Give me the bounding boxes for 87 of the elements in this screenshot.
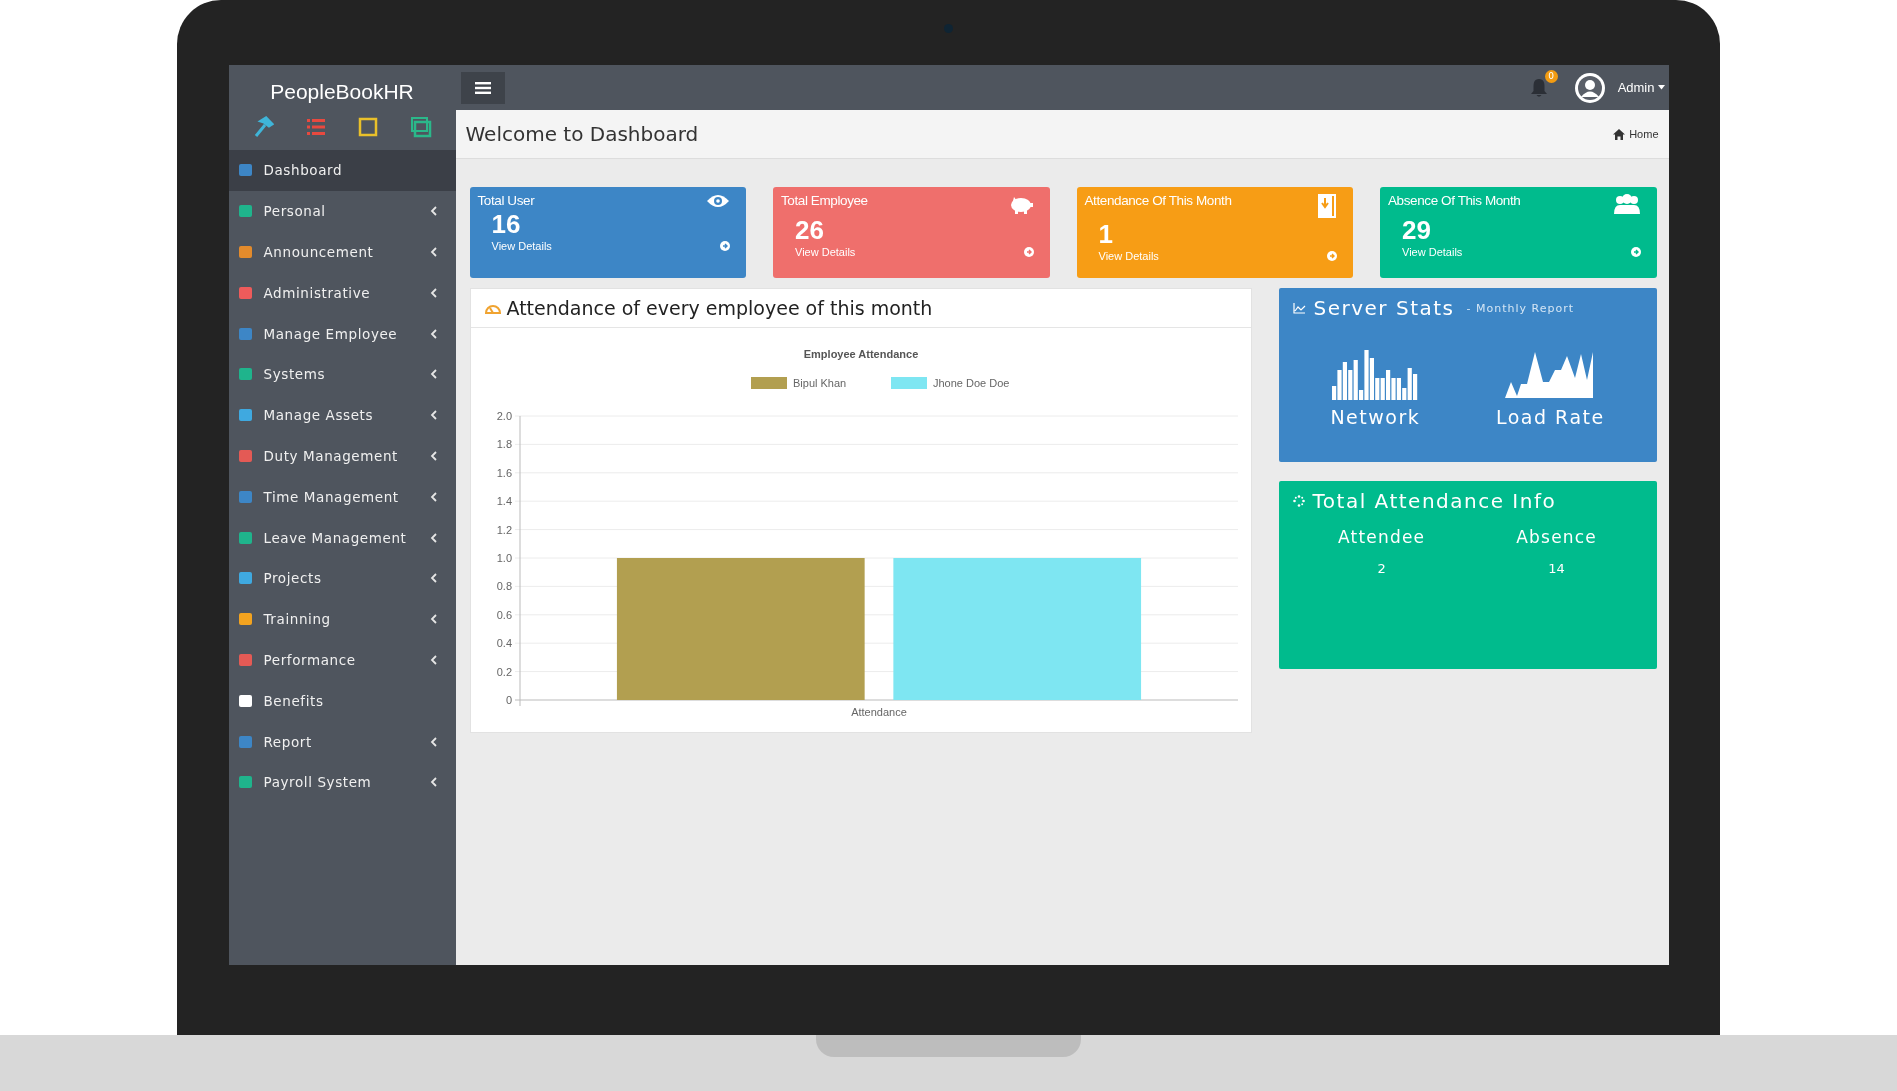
y-tick-label: 1.2 [496, 523, 512, 536]
sidebar-item[interactable]: Payroll System [228, 761, 456, 803]
sidebar-item[interactable]: Manage Assets [228, 394, 456, 436]
chevron-left-icon [429, 247, 438, 257]
chevron-left-icon [429, 532, 438, 543]
column-value: 2 [1377, 561, 1386, 576]
chevron-left-icon [429, 450, 438, 461]
chevron-left-icon [429, 328, 438, 339]
column-label: Attendee [1338, 527, 1426, 547]
notification-count: 0 [1544, 69, 1558, 83]
y-tick-label: 0 [505, 694, 512, 706]
panel-title: Total Attendance Info [1312, 489, 1557, 513]
chevron-left-icon [429, 206, 438, 217]
sidebar-item[interactable]: Leave Management [228, 517, 456, 558]
view-details-link[interactable]: View Details [491, 240, 552, 252]
sidebar-item[interactable]: Duty Management [228, 435, 456, 477]
card-value: 29 [1401, 215, 1432, 246]
card-title: Total User [477, 193, 535, 208]
chevron-left-icon [429, 287, 438, 298]
chevron-left-icon [429, 573, 438, 584]
windows-icon[interactable] [410, 116, 433, 138]
sidebar-item[interactable]: Personal [228, 190, 456, 232]
y-tick-label: 0.2 [496, 665, 512, 678]
panel-subtitle: - Monthly Report [1466, 301, 1574, 315]
sidebar-item[interactable]: Administrative [228, 272, 456, 314]
sidebar-item[interactable]: Manage Employee [228, 313, 456, 354]
user-menu[interactable]: Admin [1617, 80, 1655, 95]
y-tick-label: 1.6 [496, 466, 512, 479]
arrow-circle-icon[interactable] [720, 241, 730, 251]
sidebar-item[interactable]: Performance [228, 639, 456, 681]
x-category-label: Attendance [850, 706, 907, 718]
eye-icon [706, 193, 730, 209]
line-chart-icon [1292, 302, 1306, 314]
chevron-left-icon [429, 410, 438, 421]
chevron-left-icon [429, 777, 438, 788]
sidebar-item[interactable]: Projects [228, 557, 456, 599]
chevron-left-icon [429, 654, 438, 665]
spinner-icon [1292, 495, 1305, 507]
chevron-left-icon [429, 491, 438, 502]
home-icon [1613, 128, 1626, 140]
sidebar-item[interactable]: Announcement [228, 231, 456, 273]
y-tick-label: 1.8 [496, 438, 512, 451]
panel-title: Server Stats [1313, 296, 1455, 320]
arrow-circle-icon[interactable] [1327, 251, 1337, 261]
card-value: 1 [1097, 219, 1114, 250]
chevron-left-icon [429, 614, 438, 625]
brand-logo[interactable]: PeopleBookHR [228, 65, 456, 112]
card-value: 26 [794, 215, 825, 246]
stat-label: Network [1330, 406, 1421, 428]
legend-label: Jhone Doe Doe [932, 377, 1009, 389]
y-tick-label: 2.0 [496, 410, 512, 422]
y-tick-label: 0.6 [496, 608, 512, 621]
page-title: Welcome to Dashboard [465, 122, 699, 146]
sidebar-item[interactable]: Systems [228, 354, 456, 395]
chevron-left-icon [429, 736, 438, 747]
list-icon[interactable] [304, 116, 327, 138]
notebook-icon [1317, 193, 1337, 219]
menu-button[interactable] [460, 71, 505, 104]
sidebar-item[interactable]: Benefits [228, 680, 456, 722]
card-value: 16 [490, 209, 522, 240]
chart-title: Employee Attendance [803, 348, 918, 360]
card-title: Absence Of This Month [1388, 193, 1521, 208]
caret-icon[interactable] [1657, 85, 1665, 90]
panel-title: Attendance of every employee of this month [506, 297, 933, 319]
sidebar-item[interactable]: Dashboard [228, 150, 456, 191]
y-tick-label: 0.4 [496, 637, 512, 650]
users-icon [1612, 193, 1641, 215]
y-tick-label: 1.0 [496, 552, 512, 564]
y-tick-label: 0.8 [496, 580, 512, 593]
chevron-left-icon [429, 369, 438, 380]
notification-bell-icon[interactable] [1529, 77, 1548, 98]
menu-icon [474, 81, 491, 94]
card-title: Attendance Of This Month [1084, 193, 1232, 208]
column-value: 14 [1548, 561, 1565, 576]
column-label: Absence [1516, 527, 1597, 547]
sidebar-item[interactable]: Trainning [228, 598, 456, 640]
breadcrumb-link[interactable]: Home [1613, 128, 1659, 140]
sidebar-item[interactable]: Time Management [228, 476, 456, 518]
legend-label: Bipul Khan [792, 377, 846, 389]
avatar-icon[interactable] [1573, 71, 1606, 104]
card-title: Total Employee [781, 193, 868, 208]
sidebar-item[interactable]: Report [228, 721, 456, 762]
arrow-circle-icon[interactable] [1023, 247, 1034, 257]
y-tick-label: 1.4 [496, 495, 512, 508]
stat-label: Load Rate [1496, 406, 1605, 428]
arrow-circle-icon[interactable] [1630, 247, 1641, 257]
square-icon[interactable] [357, 116, 380, 138]
